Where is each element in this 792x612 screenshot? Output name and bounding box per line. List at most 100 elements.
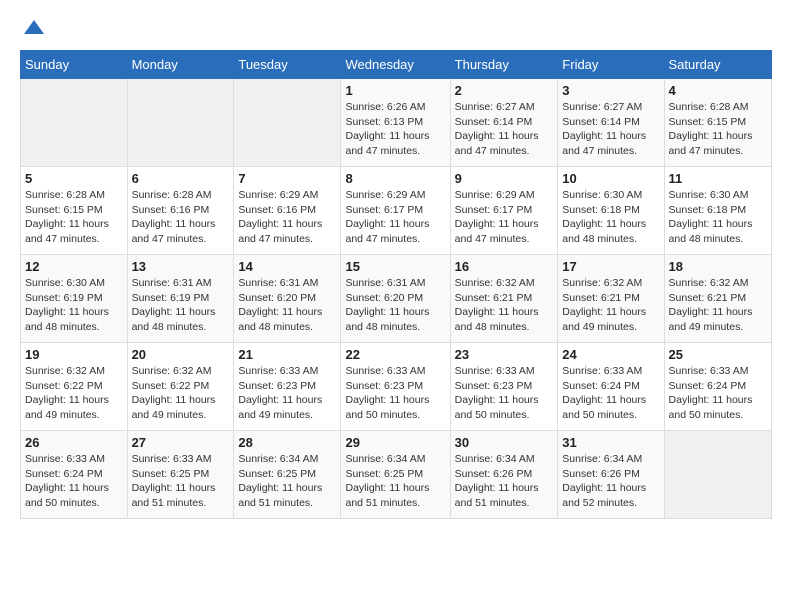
day-info: Sunrise: 6:28 AM Sunset: 6:15 PM Dayligh… xyxy=(669,100,767,159)
calendar-cell: 30Sunrise: 6:34 AM Sunset: 6:26 PM Dayli… xyxy=(450,431,558,519)
day-info: Sunrise: 6:31 AM Sunset: 6:20 PM Dayligh… xyxy=(345,276,445,335)
calendar-cell xyxy=(234,79,341,167)
day-info: Sunrise: 6:31 AM Sunset: 6:20 PM Dayligh… xyxy=(238,276,336,335)
day-number: 5 xyxy=(25,171,123,186)
day-number: 2 xyxy=(455,83,554,98)
day-number: 12 xyxy=(25,259,123,274)
day-number: 4 xyxy=(669,83,767,98)
day-info: Sunrise: 6:32 AM Sunset: 6:22 PM Dayligh… xyxy=(25,364,123,423)
calendar-cell: 25 Sunrise: 6:33 AM Sunset: 6:24 PM Dayli… xyxy=(664,343,771,431)
calendar-header-row: SundayMondayTuesdayWednesdayThursdayFrid… xyxy=(21,51,772,79)
calendar-cell: 31Sunrise: 6:34 AM Sunset: 6:26 PM Dayli… xyxy=(558,431,664,519)
day-of-week-friday: Friday xyxy=(558,51,664,79)
day-number: 1 xyxy=(345,83,445,98)
calendar-cell: 27 Sunrise: 6:33 AM Sunset: 6:25 PM Dayli… xyxy=(127,431,234,519)
calendar-table: SundayMondayTuesdayWednesdayThursdayFrid… xyxy=(20,50,772,519)
day-number: 23 xyxy=(455,347,554,362)
calendar-cell: 9Sunrise: 6:29 AM Sunset: 6:17 PM Daylig… xyxy=(450,167,558,255)
calendar-cell: 22 Sunrise: 6:33 AM Sunset: 6:23 PM Dayli… xyxy=(341,343,450,431)
calendar-cell: 26 Sunrise: 6:33 AM Sunset: 6:24 PM Dayli… xyxy=(21,431,128,519)
day-info: Sunrise: 6:26 AM Sunset: 6:13 PM Dayligh… xyxy=(345,100,445,159)
day-info: Sunrise: 6:34 AM Sunset: 6:25 PM Dayligh… xyxy=(345,452,445,511)
day-number: 20 xyxy=(132,347,230,362)
calendar-week-row: 1 Sunrise: 6:26 AM Sunset: 6:13 PM Daylig… xyxy=(21,79,772,167)
calendar-cell: 24 Sunrise: 6:33 AM Sunset: 6:24 PM Dayli… xyxy=(558,343,664,431)
day-info: Sunrise: 6:34 AM Sunset: 6:25 PM Dayligh… xyxy=(238,452,336,511)
day-info: Sunrise: 6:34 AM Sunset: 6:26 PM Dayligh… xyxy=(455,452,554,511)
calendar-cell: 10Sunrise: 6:30 AM Sunset: 6:18 PM Dayli… xyxy=(558,167,664,255)
logo xyxy=(20,16,46,40)
day-info: Sunrise: 6:32 AM Sunset: 6:21 PM Dayligh… xyxy=(562,276,659,335)
day-info: Sunrise: 6:33 AM Sunset: 6:24 PM Dayligh… xyxy=(25,452,123,511)
day-number: 14 xyxy=(238,259,336,274)
header xyxy=(20,16,772,40)
day-number: 13 xyxy=(132,259,230,274)
day-of-week-wednesday: Wednesday xyxy=(341,51,450,79)
day-number: 28 xyxy=(238,435,336,450)
day-info: Sunrise: 6:28 AM Sunset: 6:15 PM Dayligh… xyxy=(25,188,123,247)
day-number: 24 xyxy=(562,347,659,362)
calendar-cell xyxy=(664,431,771,519)
day-info: Sunrise: 6:32 AM Sunset: 6:22 PM Dayligh… xyxy=(132,364,230,423)
day-number: 15 xyxy=(345,259,445,274)
day-info: Sunrise: 6:30 AM Sunset: 6:18 PM Dayligh… xyxy=(562,188,659,247)
day-of-week-saturday: Saturday xyxy=(664,51,771,79)
calendar-week-row: 5 Sunrise: 6:28 AM Sunset: 6:15 PM Daylig… xyxy=(21,167,772,255)
day-info: Sunrise: 6:33 AM Sunset: 6:23 PM Dayligh… xyxy=(238,364,336,423)
calendar-cell xyxy=(127,79,234,167)
day-of-week-sunday: Sunday xyxy=(21,51,128,79)
day-number: 27 xyxy=(132,435,230,450)
day-number: 3 xyxy=(562,83,659,98)
day-of-week-monday: Monday xyxy=(127,51,234,79)
day-number: 25 xyxy=(669,347,767,362)
calendar-cell: 15 Sunrise: 6:31 AM Sunset: 6:20 PM Dayli… xyxy=(341,255,450,343)
calendar-cell: 14 Sunrise: 6:31 AM Sunset: 6:20 PM Dayli… xyxy=(234,255,341,343)
day-info: Sunrise: 6:27 AM Sunset: 6:14 PM Dayligh… xyxy=(455,100,554,159)
calendar-cell: 18 Sunrise: 6:32 AM Sunset: 6:21 PM Dayli… xyxy=(664,255,771,343)
day-info: Sunrise: 6:29 AM Sunset: 6:16 PM Dayligh… xyxy=(238,188,336,247)
day-number: 21 xyxy=(238,347,336,362)
calendar-cell: 17 Sunrise: 6:32 AM Sunset: 6:21 PM Dayli… xyxy=(558,255,664,343)
calendar-cell: 4 Sunrise: 6:28 AM Sunset: 6:15 PM Daylig… xyxy=(664,79,771,167)
day-number: 22 xyxy=(345,347,445,362)
day-info: Sunrise: 6:33 AM Sunset: 6:23 PM Dayligh… xyxy=(455,364,554,423)
calendar-cell: 16Sunrise: 6:32 AM Sunset: 6:21 PM Dayli… xyxy=(450,255,558,343)
calendar-cell: 13Sunrise: 6:31 AM Sunset: 6:19 PM Dayli… xyxy=(127,255,234,343)
day-info: Sunrise: 6:30 AM Sunset: 6:19 PM Dayligh… xyxy=(25,276,123,335)
day-of-week-tuesday: Tuesday xyxy=(234,51,341,79)
day-number: 16 xyxy=(455,259,554,274)
day-number: 18 xyxy=(669,259,767,274)
calendar-cell: 19 Sunrise: 6:32 AM Sunset: 6:22 PM Dayli… xyxy=(21,343,128,431)
page: SundayMondayTuesdayWednesdayThursdayFrid… xyxy=(0,0,792,535)
calendar-cell: 5 Sunrise: 6:28 AM Sunset: 6:15 PM Daylig… xyxy=(21,167,128,255)
day-info: Sunrise: 6:33 AM Sunset: 6:25 PM Dayligh… xyxy=(132,452,230,511)
calendar-cell: 8Sunrise: 6:29 AM Sunset: 6:17 PM Daylig… xyxy=(341,167,450,255)
day-number: 6 xyxy=(132,171,230,186)
day-number: 26 xyxy=(25,435,123,450)
day-of-week-thursday: Thursday xyxy=(450,51,558,79)
day-number: 19 xyxy=(25,347,123,362)
day-info: Sunrise: 6:33 AM Sunset: 6:23 PM Dayligh… xyxy=(345,364,445,423)
calendar-cell: 7Sunrise: 6:29 AM Sunset: 6:16 PM Daylig… xyxy=(234,167,341,255)
day-info: Sunrise: 6:33 AM Sunset: 6:24 PM Dayligh… xyxy=(669,364,767,423)
calendar-cell: 6Sunrise: 6:28 AM Sunset: 6:16 PM Daylig… xyxy=(127,167,234,255)
calendar-cell: 20 Sunrise: 6:32 AM Sunset: 6:22 PM Dayli… xyxy=(127,343,234,431)
day-info: Sunrise: 6:33 AM Sunset: 6:24 PM Dayligh… xyxy=(562,364,659,423)
calendar-week-row: 12 Sunrise: 6:30 AM Sunset: 6:19 PM Dayli… xyxy=(21,255,772,343)
day-info: Sunrise: 6:32 AM Sunset: 6:21 PM Dayligh… xyxy=(669,276,767,335)
day-number: 8 xyxy=(345,171,445,186)
day-number: 17 xyxy=(562,259,659,274)
calendar-week-row: 19 Sunrise: 6:32 AM Sunset: 6:22 PM Dayli… xyxy=(21,343,772,431)
calendar-cell: 23 Sunrise: 6:33 AM Sunset: 6:23 PM Dayli… xyxy=(450,343,558,431)
logo-icon xyxy=(22,16,46,40)
calendar-week-row: 26 Sunrise: 6:33 AM Sunset: 6:24 PM Dayli… xyxy=(21,431,772,519)
day-number: 11 xyxy=(669,171,767,186)
calendar-cell: 2 Sunrise: 6:27 AM Sunset: 6:14 PM Daylig… xyxy=(450,79,558,167)
calendar-cell: 21 Sunrise: 6:33 AM Sunset: 6:23 PM Dayli… xyxy=(234,343,341,431)
calendar-cell xyxy=(21,79,128,167)
calendar-cell: 11 Sunrise: 6:30 AM Sunset: 6:18 PM Dayli… xyxy=(664,167,771,255)
calendar-cell: 12 Sunrise: 6:30 AM Sunset: 6:19 PM Dayli… xyxy=(21,255,128,343)
day-info: Sunrise: 6:30 AM Sunset: 6:18 PM Dayligh… xyxy=(669,188,767,247)
day-number: 29 xyxy=(345,435,445,450)
day-info: Sunrise: 6:34 AM Sunset: 6:26 PM Dayligh… xyxy=(562,452,659,511)
